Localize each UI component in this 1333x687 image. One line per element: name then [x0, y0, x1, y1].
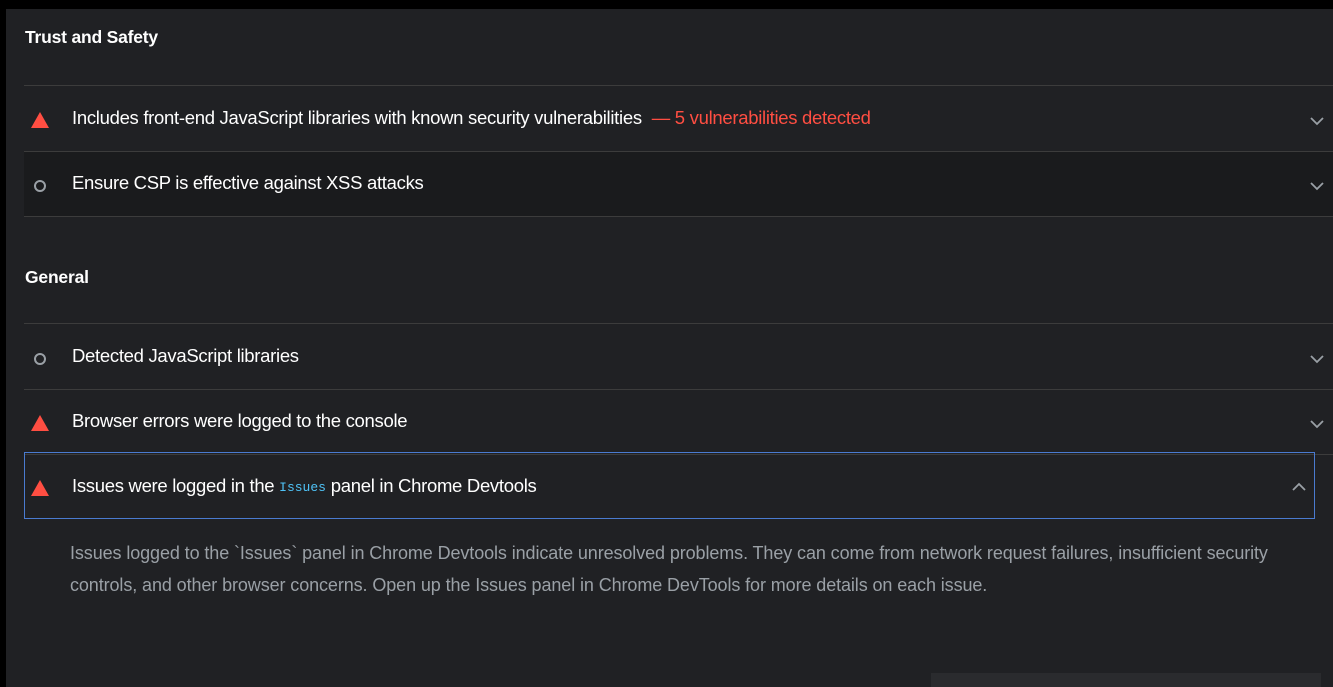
audit-browser-errors[interactable]: Browser errors were logged to the consol… — [24, 390, 1333, 454]
audit-title: Browser errors were logged to the consol… — [72, 410, 408, 431]
audit-js-libraries-vulnerabilities[interactable]: Includes front-end JavaScript libraries … — [24, 87, 1333, 151]
audit-issues-logged[interactable]: Issues were logged in the Issues panel i… — [24, 452, 1315, 519]
chevron-down-icon[interactable] — [1307, 414, 1327, 434]
bottom-panel-edge — [931, 673, 1321, 687]
fail-triangle-icon — [30, 479, 50, 497]
chevron-down-icon[interactable] — [1307, 111, 1327, 131]
informative-circle-icon — [30, 176, 50, 194]
audit-display-value: — 5 vulnerabilities detected — [651, 107, 871, 128]
audit-title: Issues were logged in the Issues panel i… — [72, 475, 537, 497]
divider — [24, 323, 1333, 324]
audits-panel: Trust and Safety Includes front-end Java… — [6, 9, 1333, 687]
issues-code-label: Issues — [279, 480, 326, 495]
fail-triangle-icon — [30, 111, 50, 129]
chevron-down-icon[interactable] — [1307, 349, 1327, 369]
audit-title-suffix: panel in Chrome Devtools — [330, 475, 537, 496]
audit-description: Issues logged to the `Issues` panel in C… — [70, 543, 1268, 595]
informative-circle-icon — [30, 349, 50, 367]
audit-title: Ensure CSP is effective against XSS atta… — [72, 172, 424, 193]
chevron-up-icon[interactable] — [1289, 477, 1309, 497]
divider — [24, 85, 1333, 86]
fail-triangle-icon — [30, 414, 50, 432]
audit-title-text: Includes front-end JavaScript libraries … — [72, 107, 642, 128]
audit-title: Detected JavaScript libraries — [72, 345, 299, 366]
divider — [24, 216, 1333, 217]
audit-title-prefix: Issues were logged in the — [72, 475, 275, 496]
chevron-down-icon[interactable] — [1307, 176, 1327, 196]
audit-detected-js-libraries[interactable]: Detected JavaScript libraries — [24, 325, 1333, 389]
group-title-trust-safety: Trust and Safety — [25, 27, 158, 47]
audit-title: Includes front-end JavaScript libraries … — [72, 107, 871, 129]
audit-csp-xss[interactable]: Ensure CSP is effective against XSS atta… — [24, 152, 1333, 216]
group-title-general: General — [25, 267, 89, 287]
